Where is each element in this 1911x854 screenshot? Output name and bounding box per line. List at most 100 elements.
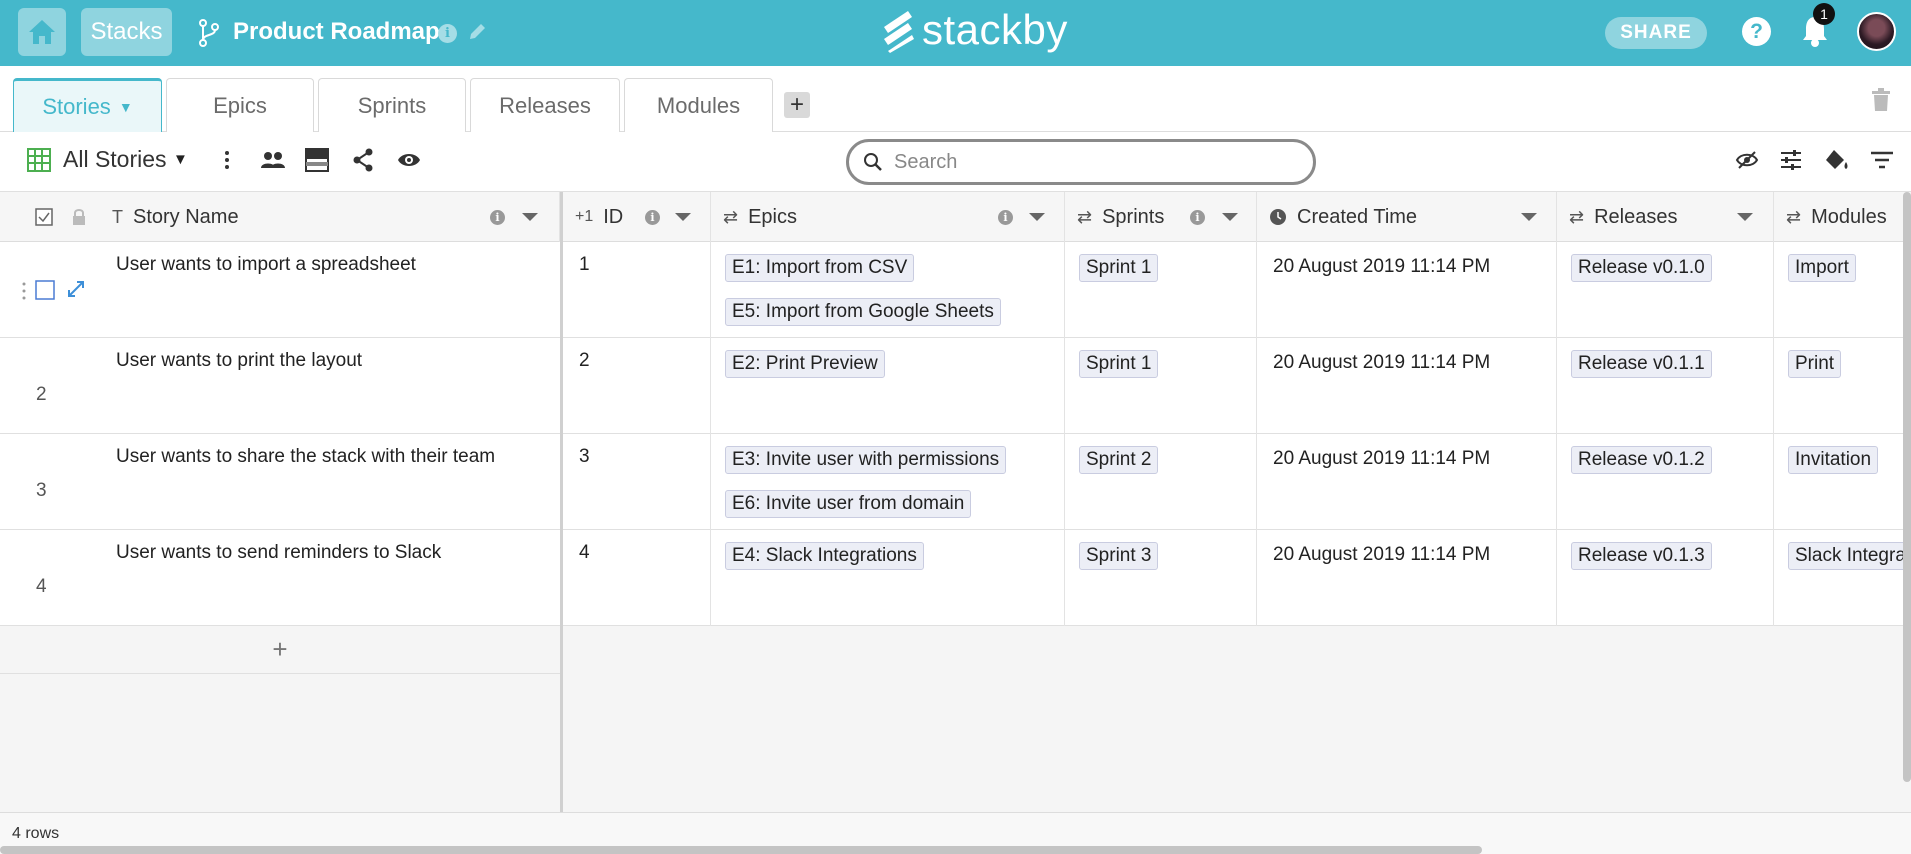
created-time-cell[interactable]: 20 August 2019 11:14 PM — [1257, 242, 1557, 338]
home-button[interactable] — [18, 8, 66, 56]
epic-tag[interactable]: E6: Invite user from domain — [725, 490, 972, 518]
sprints-cell[interactable]: Sprint 1 — [1065, 242, 1257, 338]
stacks-button[interactable]: Stacks — [81, 8, 172, 56]
modules-cell[interactable]: Import — [1774, 242, 1911, 338]
edit-icon[interactable] — [467, 22, 487, 42]
add-tab-button[interactable]: + — [784, 91, 810, 118]
table-row[interactable]: 4 E4: Slack Integrations Sprint 3 20 Aug… — [563, 530, 1911, 626]
releases-cell[interactable]: Release v0.1.1 — [1557, 338, 1774, 434]
chevron-down-icon[interactable] — [1029, 213, 1045, 221]
releases-cell[interactable]: Release v0.1.0 — [1557, 242, 1774, 338]
column-header-id[interactable]: +1 ID i — [563, 192, 711, 242]
info-icon[interactable]: i — [1190, 209, 1205, 225]
share-button[interactable]: SHARE — [1605, 17, 1707, 49]
add-row-button[interactable]: + — [0, 626, 560, 674]
row-checkbox[interactable] — [35, 280, 55, 300]
tab-releases[interactable]: Releases — [470, 78, 620, 132]
releases-cell[interactable]: Release v0.1.3 — [1557, 530, 1774, 626]
row-height-icon[interactable] — [305, 148, 329, 172]
epics-cell[interactable]: E2: Print Preview — [711, 338, 1065, 434]
module-tag[interactable]: Import — [1788, 254, 1856, 282]
epics-cell[interactable]: E3: Invite user with permissions E6: Inv… — [711, 434, 1065, 530]
table-row[interactable]: 3 E3: Invite user with permissions E6: I… — [563, 434, 1911, 530]
epic-tag[interactable]: E2: Print Preview — [725, 350, 885, 378]
info-icon[interactable]: i — [998, 209, 1013, 225]
id-cell[interactable]: 3 — [563, 434, 711, 530]
info-icon[interactable]: i — [645, 209, 660, 225]
release-tag[interactable]: Release v0.1.0 — [1571, 254, 1712, 282]
sprint-tag[interactable]: Sprint 3 — [1079, 542, 1159, 570]
caret-down-icon[interactable]: ▼ — [173, 151, 188, 168]
chevron-down-icon[interactable] — [522, 213, 538, 221]
table-row[interactable]: 3 User wants to share the stack with the… — [0, 434, 560, 530]
modules-cell[interactable]: Print — [1774, 338, 1911, 434]
sprint-tag[interactable]: Sprint 2 — [1079, 446, 1159, 474]
release-tag[interactable]: Release v0.1.1 — [1571, 350, 1712, 378]
sprints-cell[interactable]: Sprint 2 — [1065, 434, 1257, 530]
module-tag[interactable]: Slack Integra — [1788, 542, 1911, 570]
table-row[interactable]: User wants to import a spreadsheet — [0, 242, 560, 338]
avatar[interactable] — [1857, 12, 1896, 51]
select-all-checkbox[interactable] — [35, 208, 53, 226]
sprints-cell[interactable]: Sprint 1 — [1065, 338, 1257, 434]
chevron-down-icon[interactable] — [1521, 213, 1537, 221]
sprints-cell[interactable]: Sprint 3 — [1065, 530, 1257, 626]
module-tag[interactable]: Print — [1788, 350, 1842, 378]
table-row[interactable]: 2 User wants to print the layout — [0, 338, 560, 434]
tab-stories[interactable]: Stories ▼ — [13, 78, 162, 132]
story-name-cell[interactable]: User wants to import a spreadsheet — [116, 254, 416, 276]
modules-cell[interactable]: Slack Integra — [1774, 530, 1911, 626]
release-tag[interactable]: Release v0.1.2 — [1571, 446, 1712, 474]
chevron-down-icon[interactable] — [1737, 213, 1753, 221]
tab-sprints[interactable]: Sprints — [318, 78, 466, 132]
epics-cell[interactable]: E1: Import from CSV E5: Import from Goog… — [711, 242, 1065, 338]
trash-icon[interactable] — [1870, 88, 1892, 112]
paint-bucket-icon[interactable] — [1824, 148, 1850, 172]
column-header-modules[interactable]: ⇄ Modules — [1774, 192, 1911, 242]
release-tag[interactable]: Release v0.1.3 — [1571, 542, 1712, 570]
epic-tag[interactable]: E5: Import from Google Sheets — [725, 298, 1001, 326]
table-row[interactable]: 2 E2: Print Preview Sprint 1 20 August 2… — [563, 338, 1911, 434]
column-header-story-name[interactable]: T Story Name i — [100, 192, 560, 242]
epic-tag[interactable]: E4: Slack Integrations — [725, 542, 924, 570]
share-view-icon[interactable] — [352, 148, 374, 172]
project-title[interactable]: Product Roadmap — [233, 18, 440, 46]
chevron-down-icon[interactable] — [1222, 213, 1238, 221]
column-header-releases[interactable]: ⇄ Releases — [1557, 192, 1774, 242]
help-icon[interactable]: ? — [1742, 17, 1771, 46]
table-row[interactable]: 4 User wants to send reminders to Slack — [0, 530, 560, 626]
sprint-tag[interactable]: Sprint 1 — [1079, 254, 1159, 282]
epics-cell[interactable]: E4: Slack Integrations — [711, 530, 1065, 626]
created-time-cell[interactable]: 20 August 2019 11:14 PM — [1257, 338, 1557, 434]
modules-cell[interactable]: Invitation — [1774, 434, 1911, 530]
horizontal-scrollbar[interactable] — [0, 846, 1482, 854]
vertical-scrollbar[interactable] — [1903, 192, 1911, 782]
search-input[interactable] — [894, 149, 1294, 175]
story-name-cell[interactable]: User wants to share the stack with their… — [116, 446, 495, 468]
module-tag[interactable]: Invitation — [1788, 446, 1879, 474]
created-time-cell[interactable]: 20 August 2019 11:14 PM — [1257, 530, 1557, 626]
expand-icon[interactable] — [67, 280, 85, 298]
filter-icon[interactable] — [1870, 148, 1894, 172]
column-header-created-time[interactable]: Created Time — [1257, 192, 1557, 242]
project-info-icon[interactable]: i — [438, 24, 457, 43]
column-header-epics[interactable]: ⇄ Epics i — [711, 192, 1065, 242]
collaborators-icon[interactable] — [260, 148, 286, 172]
epic-tag[interactable]: E1: Import from CSV — [725, 254, 915, 282]
more-options-icon[interactable] — [222, 148, 232, 172]
eye-icon[interactable] — [397, 148, 421, 172]
table-row[interactable]: 1 E1: Import from CSV E5: Import from Go… — [563, 242, 1911, 338]
epic-tag[interactable]: E3: Invite user with permissions — [725, 446, 1007, 474]
chevron-down-icon[interactable] — [675, 213, 691, 221]
drag-handle-icon[interactable] — [21, 281, 27, 301]
created-time-cell[interactable]: 20 August 2019 11:14 PM — [1257, 434, 1557, 530]
view-name[interactable]: All Stories — [63, 146, 167, 173]
sprint-tag[interactable]: Sprint 1 — [1079, 350, 1159, 378]
info-icon[interactable]: i — [490, 209, 505, 225]
story-name-cell[interactable]: User wants to send reminders to Slack — [116, 542, 441, 564]
story-name-cell[interactable]: User wants to print the layout — [116, 350, 362, 372]
lock-icon[interactable] — [72, 208, 86, 226]
hide-fields-icon[interactable] — [1735, 148, 1759, 172]
column-header-sprints[interactable]: ⇄ Sprints i — [1065, 192, 1257, 242]
releases-cell[interactable]: Release v0.1.2 — [1557, 434, 1774, 530]
